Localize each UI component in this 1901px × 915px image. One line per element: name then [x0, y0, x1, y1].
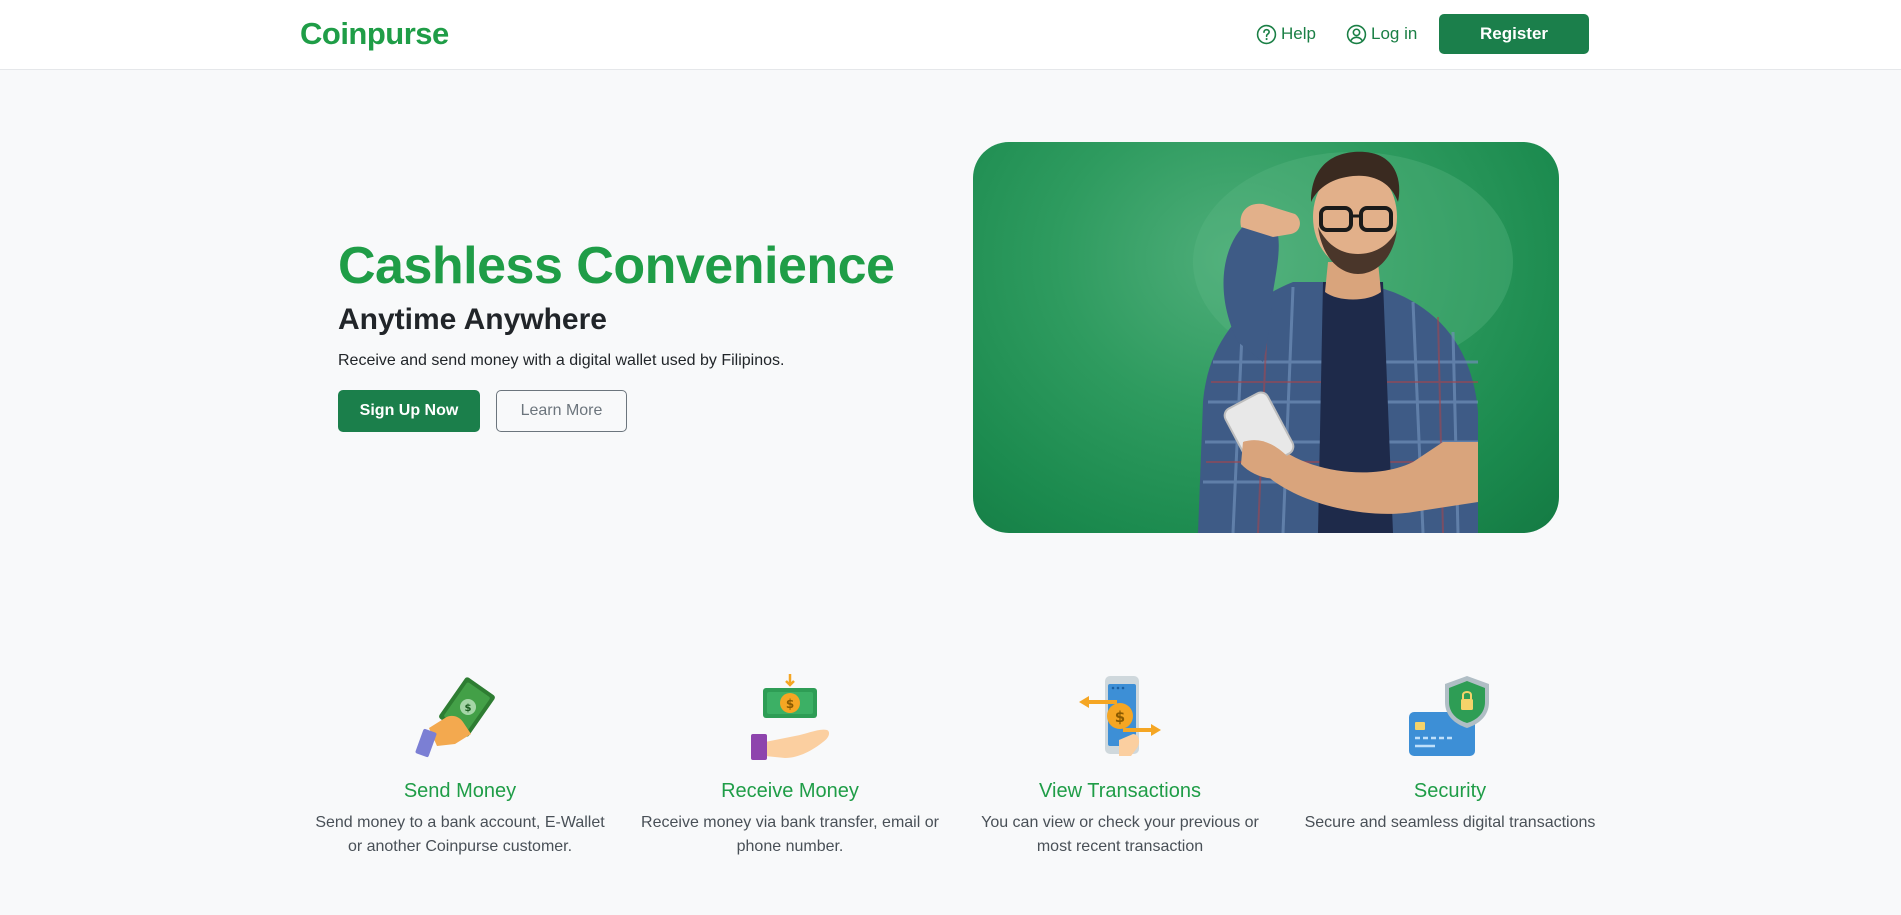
user-circle-icon — [1346, 24, 1367, 44]
phone-transactions-icon: $ — [1079, 676, 1161, 756]
sign-up-button[interactable]: Sign Up Now — [338, 390, 480, 432]
feature-title: View Transactions — [1039, 780, 1201, 802]
feature-description: Secure and seamless digital transactions — [1304, 814, 1596, 831]
register-button[interactable]: Register — [1439, 14, 1589, 54]
feature-description: Receive money via bank transfer, email o… — [641, 814, 939, 855]
svg-text:$: $ — [786, 697, 794, 711]
secure-card-icon — [1409, 676, 1489, 756]
hero-image — [973, 142, 1559, 533]
feature-description: You can view or check your previous or m… — [981, 814, 1259, 855]
svg-text:$: $ — [1115, 708, 1125, 726]
learn-more-button[interactable]: Learn More — [496, 390, 627, 432]
feature-receive-money: $ Receive Money Receive money via bank t… — [640, 672, 940, 859]
feature-send-money: $ Send Money Send money to a bank accoun… — [310, 672, 610, 859]
help-label: Help — [1281, 24, 1316, 43]
feature-title: Send Money — [403, 780, 517, 802]
login-label: Log in — [1371, 24, 1418, 43]
hero-title: Cashless Convenience — [338, 237, 895, 295]
feature-view-transactions: $ View Transactions You can view or chec… — [970, 672, 1270, 859]
hero-subtitle: Anytime Anywhere — [338, 303, 607, 336]
feature-title: Security — [1413, 780, 1487, 802]
help-link[interactable]: Help — [1256, 22, 1316, 46]
feature-description: Send money to a bank account, E-Wallet o… — [315, 814, 605, 855]
feature-security: Security Secure and seamless digital tra… — [1300, 672, 1600, 835]
feature-title: Receive Money — [721, 780, 859, 802]
hero-description: Receive and send money with a digital wa… — [338, 352, 785, 369]
man-with-phone-photo — [1193, 151, 1513, 533]
hand-cash-icon: $ — [415, 677, 495, 758]
brand-logo[interactable]: Coinpurse — [300, 16, 449, 52]
login-link[interactable]: Log in — [1346, 22, 1417, 46]
question-circle-icon — [1256, 24, 1277, 44]
top-navbar: Coinpurse Help Log in Register — [0, 0, 1901, 70]
svg-text:$: $ — [465, 703, 472, 714]
receive-money-icon: $ — [751, 674, 830, 760]
